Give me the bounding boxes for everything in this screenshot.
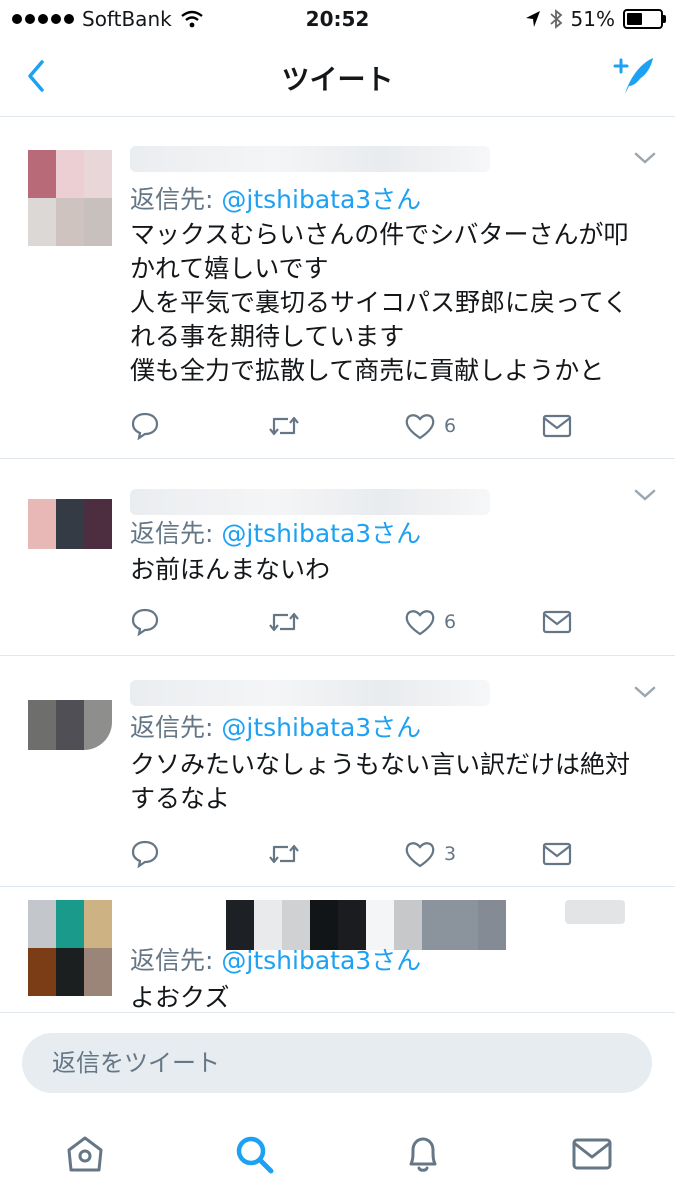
avatar[interactable] <box>28 900 112 996</box>
reply-to-line: 返信先: @jtshibata3さん <box>130 708 421 744</box>
tweet-text: お前ほんまないわ <box>130 555 331 584</box>
mail-icon <box>542 414 572 438</box>
tab-bar <box>0 1112 675 1200</box>
battery-icon <box>623 9 666 29</box>
tweet-text: マックスむらいさんの件でシバターさんが叩かれて嬉しいです 人を平気で裏切るサイコ… <box>130 220 629 385</box>
tweet-actions: 6 <box>130 605 650 639</box>
reply-handle-link[interactable]: @jtshibata3さん <box>221 946 421 975</box>
home-icon[interactable] <box>63 1132 107 1176</box>
avatar[interactable] <box>28 499 112 549</box>
retweet-icon <box>269 416 299 436</box>
bluetooth-icon <box>549 9 562 29</box>
reply-to-line: 返信先: @jtshibata3さん <box>130 514 421 550</box>
reply-button[interactable] <box>130 837 160 871</box>
navigation-bar: ツイート <box>0 38 675 117</box>
reply-handle-link[interactable]: @jtshibata3さん <box>221 185 421 214</box>
reply-composer-bar: 返信をツイート <box>0 1012 675 1113</box>
chevron-down-icon[interactable] <box>633 684 657 700</box>
retweet-icon <box>269 612 299 632</box>
reply-prefix: 返信先: <box>130 519 214 548</box>
like-button[interactable]: 3 <box>404 837 456 871</box>
tweet-header-obscured <box>130 489 490 515</box>
reply-prefix: 返信先: <box>130 946 214 975</box>
mail-icon <box>542 842 572 866</box>
heart-icon <box>405 842 435 868</box>
like-count: 6 <box>444 611 457 633</box>
chevron-down-icon[interactable] <box>633 487 657 503</box>
reply-to-line: 返信先: @jtshibata3さん <box>130 180 421 216</box>
retweet-button[interactable] <box>268 837 300 871</box>
reply-handle-link[interactable]: @jtshibata3さん <box>221 519 421 548</box>
tweet[interactable]: 返信先: @jtshibata3さん よおクズ <box>0 887 675 1012</box>
retweet-icon <box>269 844 299 864</box>
reply-handle-link[interactable]: @jtshibata3さん <box>221 713 421 742</box>
reply-input[interactable]: 返信をツイート <box>22 1033 652 1093</box>
tweet-header-obscured <box>130 146 490 172</box>
avatar[interactable] <box>28 150 112 246</box>
messages-icon[interactable] <box>570 1132 614 1176</box>
like-button[interactable]: 6 <box>404 409 456 443</box>
tweet[interactable]: 返信先: @jtshibata3さん クソみたいなしょうもない言い訳だけは絶対す… <box>0 656 675 887</box>
tweet-actions: 3 <box>130 837 650 871</box>
reply-button[interactable] <box>130 409 160 443</box>
tweet-header-obscured <box>565 900 625 924</box>
notifications-icon[interactable] <box>401 1132 445 1176</box>
reply-to-line: 返信先: @jtshibata3さん <box>130 941 421 977</box>
compose-tweet-icon[interactable] <box>611 52 657 98</box>
heart-icon <box>405 610 435 636</box>
retweet-button[interactable] <box>268 409 300 443</box>
dm-button[interactable] <box>542 409 572 443</box>
mail-icon <box>542 610 572 634</box>
tweet-text: よおクズ <box>130 983 230 1012</box>
dm-button[interactable] <box>542 605 572 639</box>
reply-icon <box>131 608 159 637</box>
search-icon[interactable] <box>232 1132 276 1176</box>
tweet-header-obscured <box>130 680 490 706</box>
tweet-actions: 6 <box>130 409 650 443</box>
reply-icon <box>131 412 159 441</box>
heart-icon <box>405 414 435 440</box>
dm-button[interactable] <box>542 837 572 871</box>
tweet[interactable]: 返信先: @jtshibata3さん お前ほんまないわ 6 <box>0 459 675 656</box>
chevron-down-icon[interactable] <box>633 150 657 166</box>
retweet-button[interactable] <box>268 605 300 639</box>
reply-prefix: 返信先: <box>130 185 214 214</box>
like-count: 3 <box>444 843 457 865</box>
reply-prefix: 返信先: <box>130 713 214 742</box>
page-title: ツイート <box>281 63 394 96</box>
status-bar: SoftBank 20:52 51% <box>0 0 675 38</box>
tweet[interactable]: 返信先: @jtshibata3さん マックスむらいさんの件でシバターさんが叩か… <box>0 118 675 459</box>
avatar[interactable] <box>28 700 112 750</box>
like-button[interactable]: 6 <box>404 605 456 639</box>
reply-button[interactable] <box>130 605 160 639</box>
reply-icon <box>131 840 159 869</box>
battery-percent: 51% <box>570 7 615 31</box>
location-icon <box>525 11 540 27</box>
tweet-text: クソみたいなしょうもない言い訳だけは絶対するなよ <box>130 750 631 813</box>
like-count: 6 <box>444 415 457 437</box>
